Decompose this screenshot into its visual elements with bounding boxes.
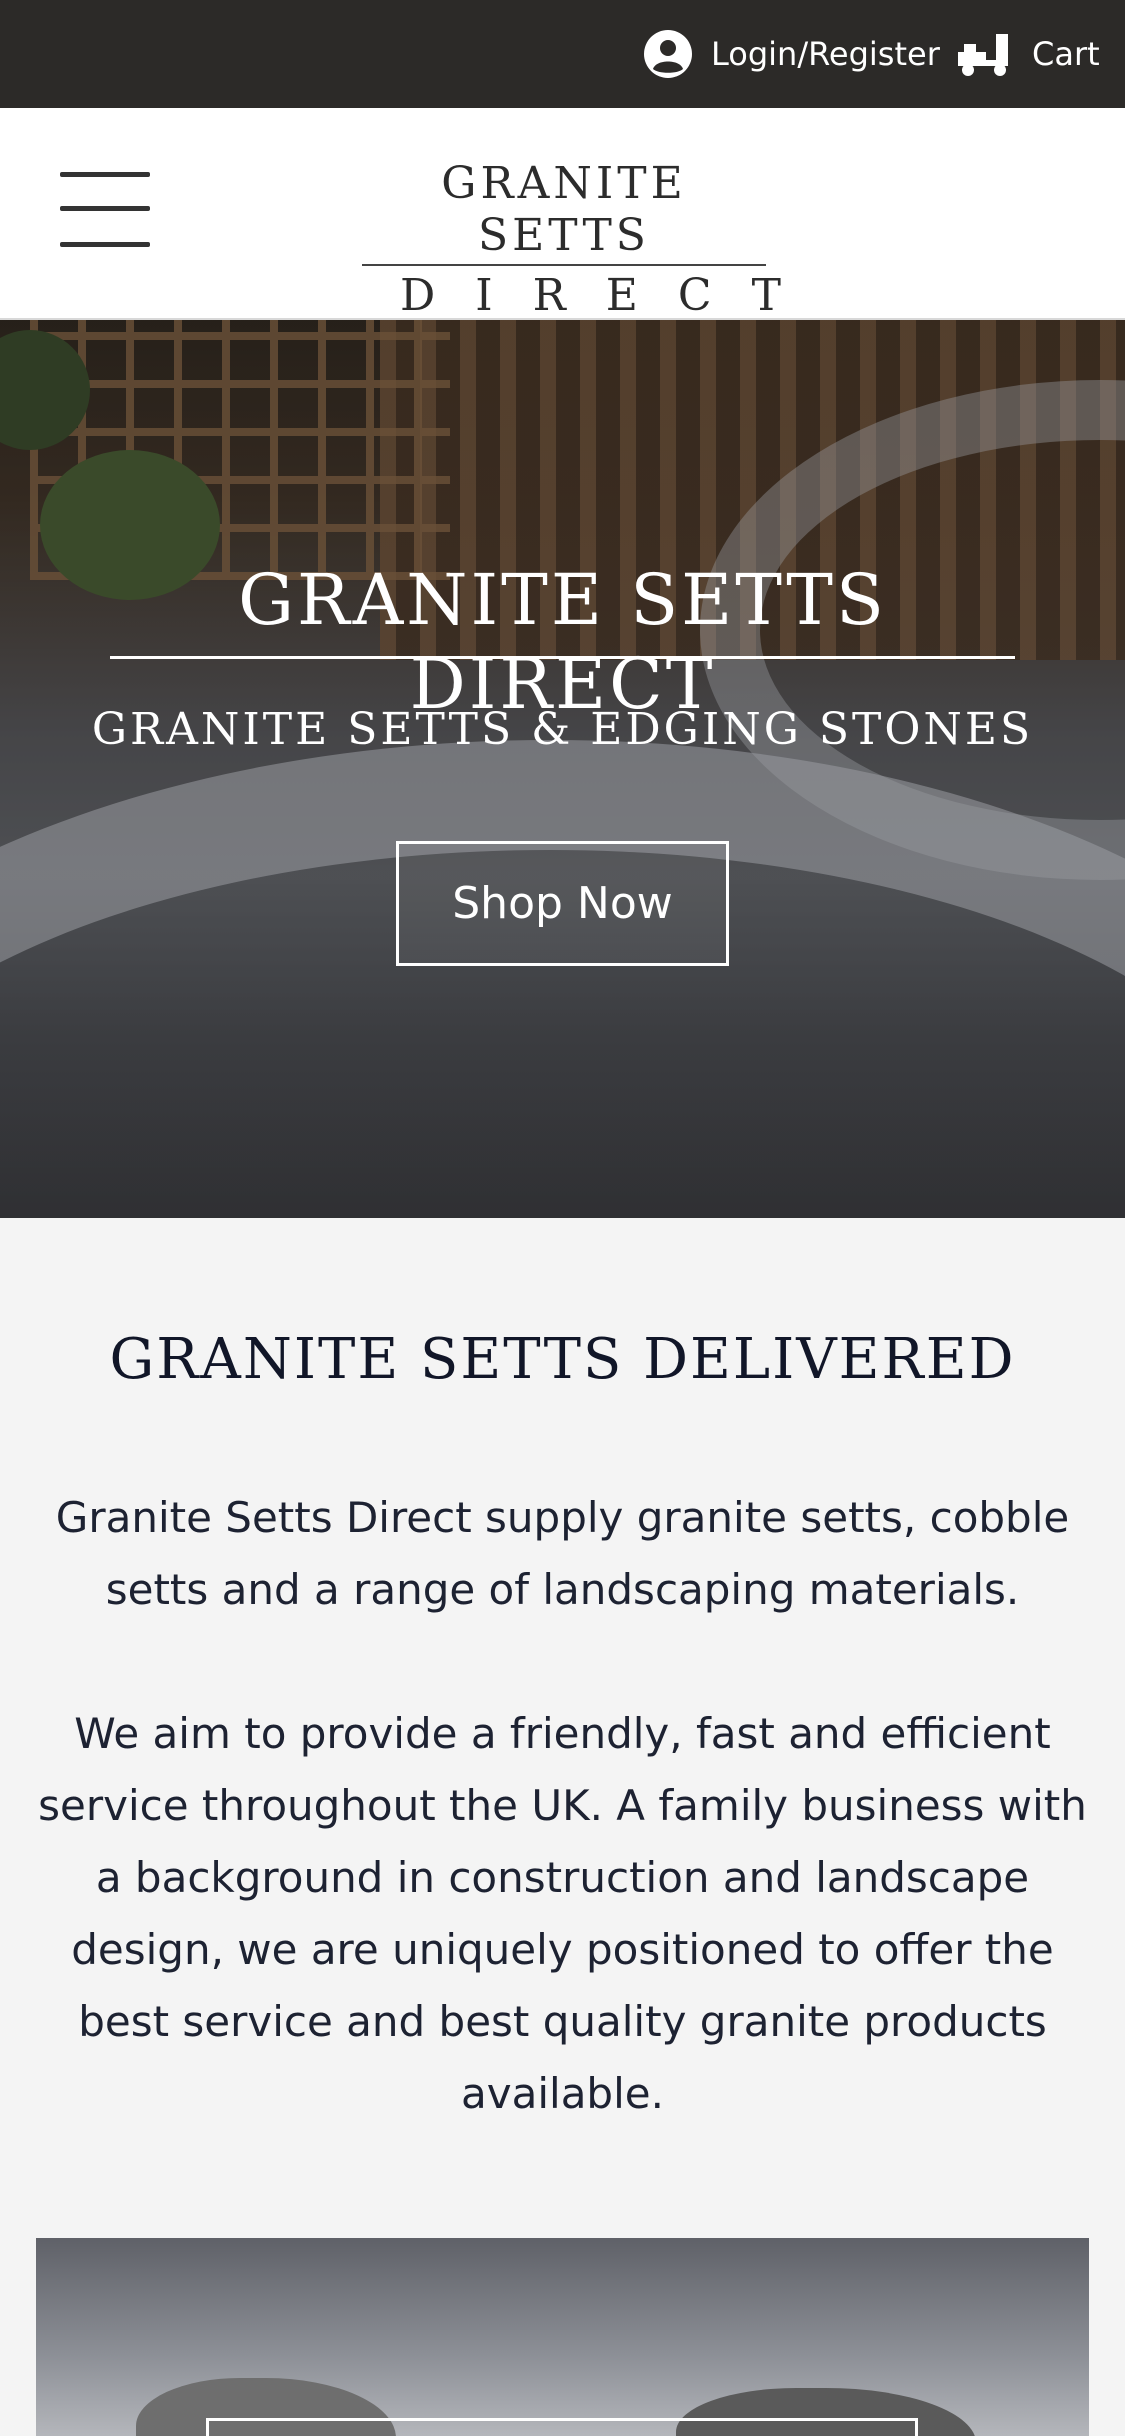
site-header: GRANITE SETTS DIRECT: [0, 108, 1125, 322]
top-utility-bar: Login/Register Cart: [0, 0, 1125, 108]
login-register-label: Login/Register: [711, 35, 940, 73]
image-caption-frame: [206, 2418, 918, 2436]
hero-subtitle: GRANITE SETTS & EDGING STONES: [91, 704, 1034, 755]
hero-banner: GRANITE SETTS DIRECT GRANITE SETTS & EDG…: [0, 320, 1125, 1218]
cart-link[interactable]: Cart: [956, 28, 1100, 80]
product-image[interactable]: [36, 2238, 1089, 2436]
site-logo[interactable]: GRANITE SETTS DIRECT: [362, 158, 821, 322]
logo-rule: [362, 264, 766, 266]
about-paragraph: We aim to provide a friendly, fast and e…: [38, 1709, 1087, 2118]
cart-icon: [958, 34, 1008, 76]
hero-title: GRANITE SETTS DIRECT: [238, 559, 887, 725]
cart-label: Cart: [1032, 35, 1100, 73]
hamburger-menu-icon[interactable]: [60, 172, 150, 248]
login-register-link[interactable]: Login/Register: [643, 28, 940, 80]
user-circle-icon: [644, 30, 692, 78]
hero-title-underline: [110, 656, 1015, 659]
intro-paragraph: Granite Setts Direct supply granite sett…: [55, 1493, 1070, 1614]
logo-line-2: DIRECT: [400, 270, 821, 321]
logo-line-1: GRANITE SETTS: [441, 158, 687, 261]
section-heading: GRANITE SETTS DELIVERED: [109, 1327, 1016, 1392]
shop-now-button[interactable]: Shop Now: [396, 841, 729, 966]
